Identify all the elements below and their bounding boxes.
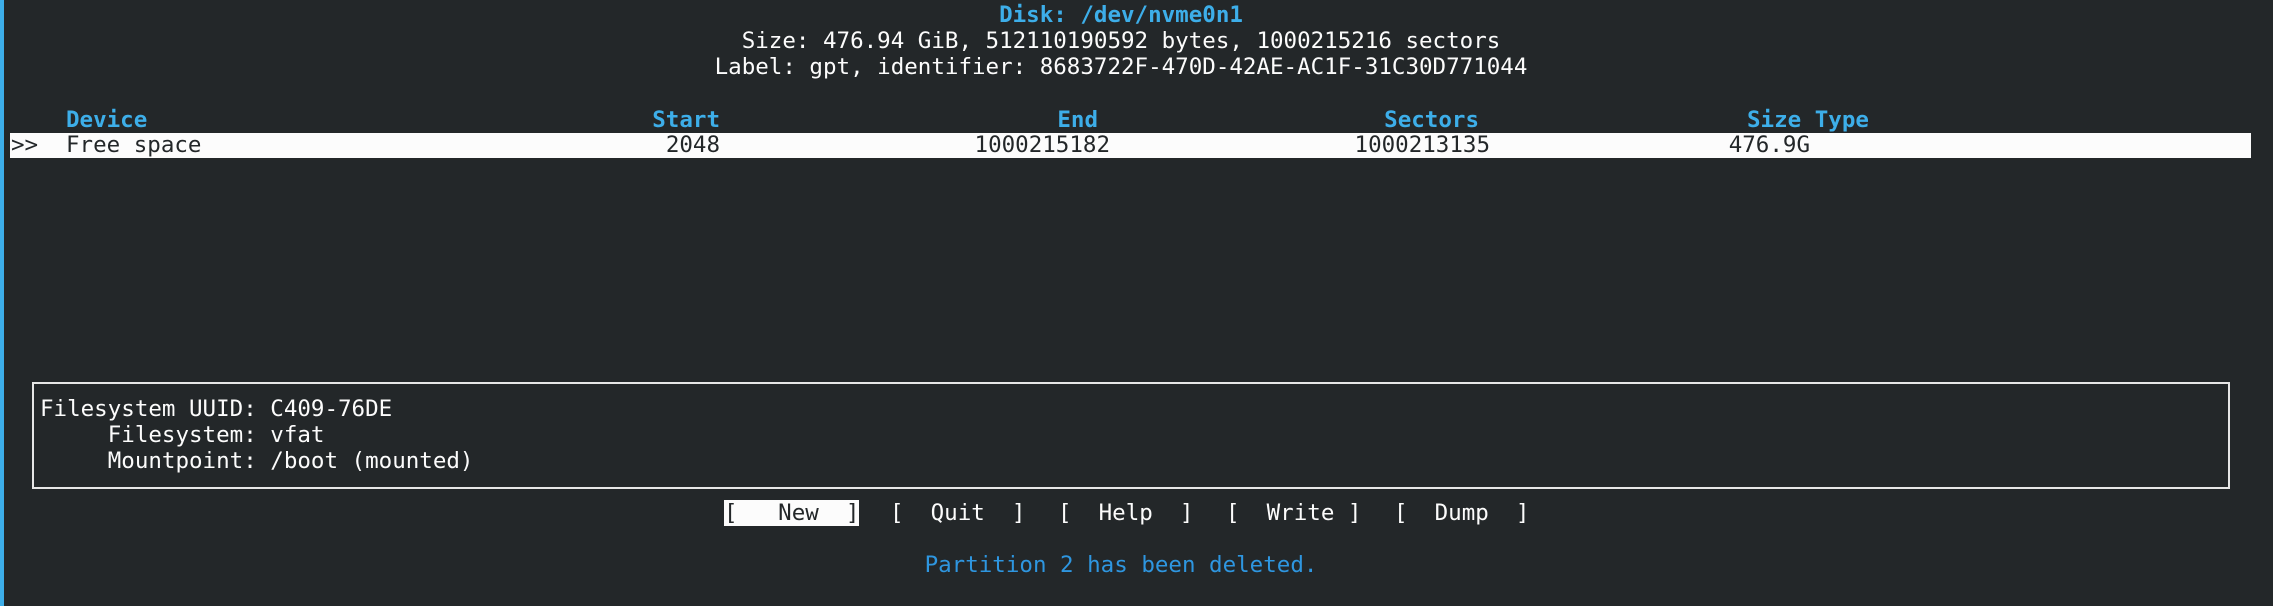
disk-size-info: Size: 476.94 GiB, 512110190592 bytes, 10… <box>741 28 1501 54</box>
column-header-size-type: Size Type <box>1747 107 1869 133</box>
mountpoint: Mountpoint: /boot (mounted) <box>40 448 474 474</box>
partition-info-box: Filesystem UUID: C409-76DE Filesystem: v… <box>32 382 2230 489</box>
column-header-sectors: Sectors <box>1384 107 1479 133</box>
column-header-device: Device <box>66 107 148 133</box>
row-cursor: >> <box>11 132 39 158</box>
partition-table-header: Device Start End Sectors Size Type <box>0 107 2273 133</box>
help-button[interactable]: [ Help ] <box>1058 500 1193 526</box>
new-button[interactable]: [ New ] <box>724 500 860 526</box>
disk-label-info: Label: gpt, identifier: 8683722F-470D-42… <box>714 54 1528 80</box>
cell-end: 1000215182 <box>974 132 1110 158</box>
cell-start: 2048 <box>665 132 720 158</box>
terminal-focus-bar <box>0 0 4 606</box>
quit-button[interactable]: [ Quit ] <box>890 500 1025 526</box>
status-message: Partition 2 has been deleted. <box>924 552 1318 578</box>
cell-size: 476.9G <box>1728 132 1810 158</box>
cell-sectors: 1000213135 <box>1354 132 1490 158</box>
dump-button[interactable]: [ Dump ] <box>1394 500 1529 526</box>
disk-title: Disk: /dev/nvme0n1 <box>999 2 1243 28</box>
filesystem-type: Filesystem: vfat <box>40 422 325 448</box>
column-header-start: Start <box>652 107 720 133</box>
filesystem-uuid: Filesystem UUID: C409-76DE <box>40 396 393 422</box>
column-header-end: End <box>1057 107 1098 133</box>
table-row-free-space[interactable]: >> Free space 2048 1000215182 1000213135… <box>10 133 2251 158</box>
cell-device: Free space <box>66 132 202 158</box>
write-button[interactable]: [ Write ] <box>1226 500 1361 526</box>
